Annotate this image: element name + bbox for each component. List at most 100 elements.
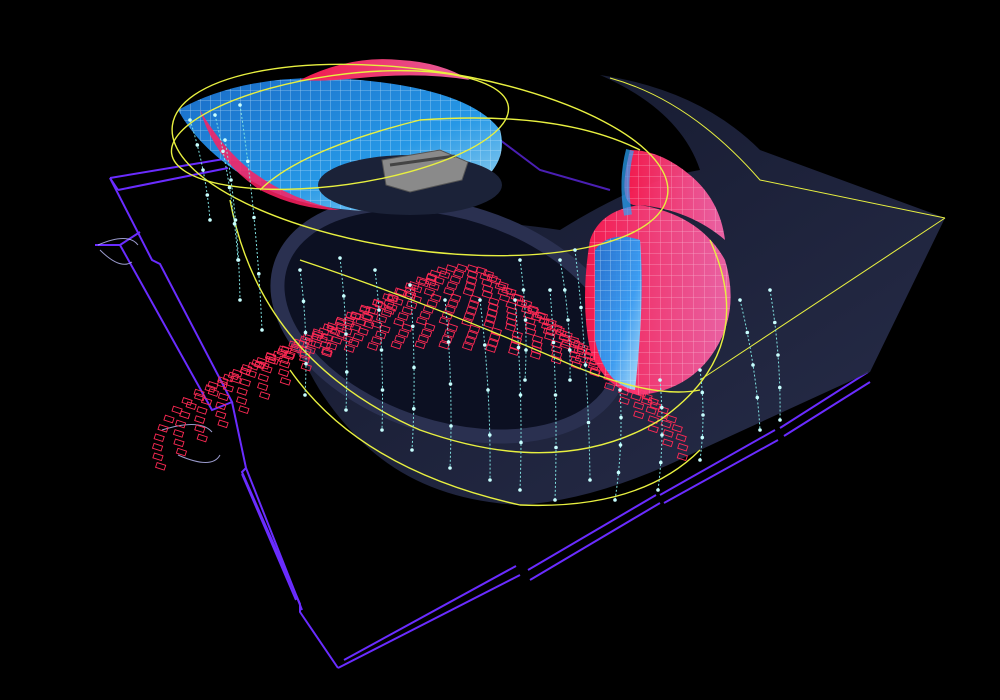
spine-node: [548, 288, 552, 292]
spine-node: [478, 298, 482, 302]
spine-node: [553, 498, 557, 502]
spine-node: [755, 395, 760, 400]
seat: [279, 376, 292, 386]
spine-node: [698, 458, 702, 462]
spine-node: [588, 478, 592, 482]
spine-node: [188, 118, 192, 122]
seat: [196, 433, 208, 443]
spine-node: [446, 340, 451, 344]
spine-node: [380, 428, 384, 432]
spine-node: [660, 405, 664, 410]
seat: [152, 452, 164, 462]
seat: [181, 397, 193, 406]
seat: [236, 396, 248, 405]
spine-node: [776, 353, 780, 357]
spine-node: [208, 218, 212, 222]
spine-node: [252, 215, 256, 220]
spine-node: [221, 149, 225, 154]
spine-node: [518, 488, 522, 492]
spine-node: [223, 138, 227, 142]
spine-node: [238, 103, 242, 107]
spine-node: [373, 268, 377, 272]
spine-node: [303, 393, 307, 397]
spine-node: [778, 385, 782, 390]
red-canopy-top: [300, 59, 470, 81]
spine-node: [246, 159, 250, 164]
spine-node: [483, 343, 487, 347]
spine-node: [345, 370, 349, 374]
spine-node: [238, 298, 242, 302]
spine-node: [303, 330, 308, 335]
spine-node: [412, 365, 416, 370]
seat: [151, 442, 164, 452]
spine-node: [618, 443, 623, 447]
spine-node: [260, 328, 264, 332]
spine-node: [201, 168, 205, 172]
spine-node: [205, 193, 210, 197]
spine-node: [412, 407, 416, 411]
spine-node: [768, 288, 772, 292]
spine-node: [518, 393, 523, 397]
cad-viewport[interactable]: [0, 0, 1000, 700]
spine-node: [579, 305, 583, 310]
spine-node: [513, 298, 517, 302]
spine-node: [553, 393, 558, 397]
spine-node: [298, 268, 302, 272]
spine-node: [619, 415, 623, 420]
spine-node: [523, 318, 528, 322]
seat: [194, 415, 206, 424]
seat: [173, 438, 185, 448]
spine-node: [700, 390, 705, 395]
seat: [257, 382, 269, 391]
spine-node: [232, 222, 237, 226]
seat: [153, 433, 165, 443]
spine-node: [745, 330, 750, 335]
seat: [257, 373, 269, 383]
spine-node: [573, 248, 577, 252]
spine-node: [700, 435, 705, 440]
seat: [175, 447, 188, 457]
spine-node: [616, 470, 621, 475]
spine-node: [659, 460, 663, 465]
spine-node: [660, 433, 664, 437]
spine-node: [521, 288, 526, 292]
seat: [196, 406, 208, 415]
spine-node: [698, 368, 702, 372]
spine-node: [229, 178, 233, 182]
spine-node: [563, 288, 567, 292]
spine-node: [213, 113, 217, 117]
spine-node: [523, 378, 527, 382]
seat: [172, 429, 185, 438]
spine-node: [227, 185, 232, 190]
spine-node: [618, 388, 622, 392]
seat: [217, 419, 229, 429]
seat: [171, 405, 183, 415]
spine-node: [773, 320, 777, 325]
spine-node: [488, 478, 492, 482]
spine-node: [583, 363, 588, 367]
spine-node: [257, 272, 261, 276]
seat: [259, 391, 271, 400]
spine-node: [488, 433, 492, 437]
seat: [163, 414, 175, 424]
spine-node: [656, 488, 660, 492]
spine-node: [518, 258, 522, 262]
spine-node: [568, 378, 572, 382]
spine-node: [448, 382, 453, 386]
3d-model-scene[interactable]: [0, 0, 1000, 700]
spine-node: [516, 345, 521, 350]
spine-node: [758, 428, 762, 432]
spine-node: [486, 388, 490, 392]
spine-node: [568, 348, 572, 352]
spine-node: [586, 420, 591, 425]
spine-node: [380, 388, 385, 392]
seat: [238, 405, 250, 414]
spine-node: [701, 413, 705, 417]
door-swing: [97, 238, 221, 463]
seat: [236, 387, 248, 396]
seat: [278, 368, 290, 378]
spine-node: [448, 466, 452, 470]
spine-node: [408, 283, 412, 287]
spine-node: [344, 408, 348, 412]
spine-node: [344, 332, 348, 336]
